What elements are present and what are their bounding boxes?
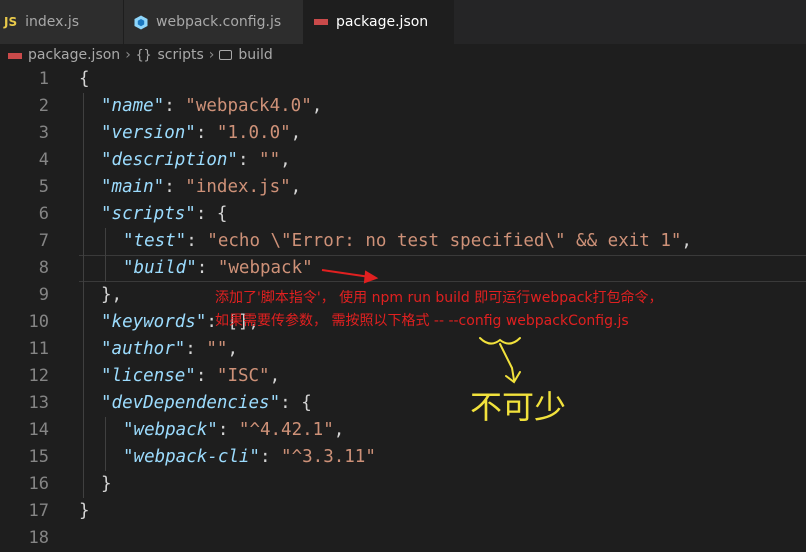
handwritten-text: 不可少 bbox=[470, 388, 566, 426]
handwritten-note: 不可少 bbox=[470, 388, 566, 426]
red-arrow bbox=[321, 269, 379, 284]
yellow-bracket-arrow bbox=[479, 337, 521, 384]
annotation-drawings: 不可少 bbox=[321, 269, 566, 426]
